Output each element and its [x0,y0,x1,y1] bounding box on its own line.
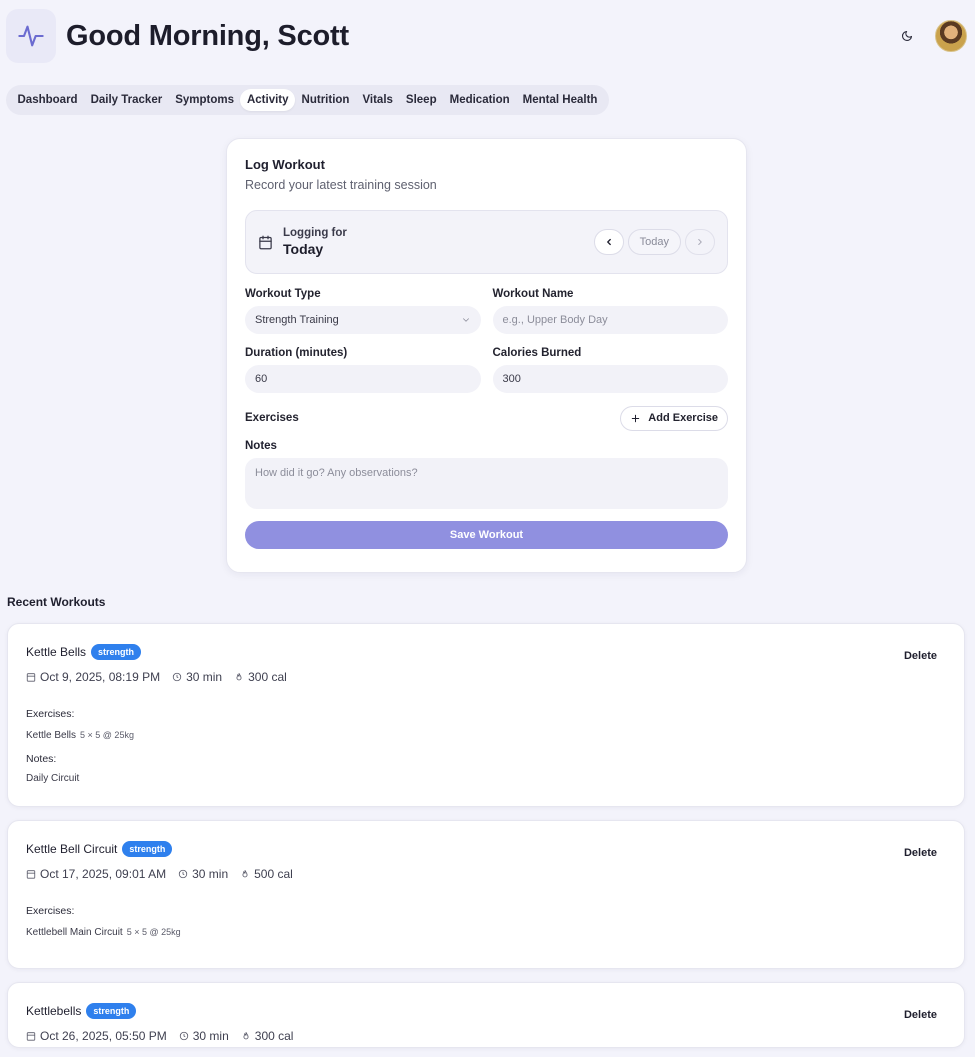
previous-day-button[interactable] [593,229,624,255]
delete-button[interactable]: Delete [904,650,937,662]
notes-heading: Notes: [26,753,57,765]
theme-toggle-button[interactable] [895,24,919,48]
workout-notes: Daily Circuit [26,773,80,784]
notes-label: Notes [245,440,277,452]
avatar[interactable] [935,20,967,52]
greeting-title: Good Morning, Scott [66,19,349,52]
tab-nutrition[interactable]: Nutrition [295,89,356,111]
workout-name: Kettle Bells [26,645,87,659]
save-workout-button[interactable]: Save Workout [245,521,728,549]
workout-calories: 300 cal [248,670,287,684]
flame-icon [242,870,248,878]
workout-type-select[interactable]: Strength Training [245,306,481,334]
card-subtitle: Record your latest training session [245,178,437,192]
app-header: Good Morning, Scott [6,8,967,64]
workout-type-badge: strength [91,644,142,660]
calendar-icon [26,1032,36,1041]
tab-daily-tracker[interactable]: Daily Tracker [84,89,169,111]
tab-medication[interactable]: Medication [443,89,516,111]
workout-duration: 30 min [192,1029,229,1043]
exercises-heading: Exercises: [26,905,75,917]
log-workout-card: Log Workout Record your latest training … [226,138,747,573]
exercise-name: Kettle Bells [26,730,77,741]
workout-card: Kettle Bell Circuit strength Delete Oct … [7,820,965,969]
workout-date: Oct 17, 2025, 09:01 AM [40,867,167,881]
workout-card: Kettlebells strength Delete Oct 26, 2025… [7,982,965,1048]
workout-name: Kettle Bell Circuit [26,842,118,856]
card-title: Log Workout [245,157,325,172]
calories-input[interactable]: 300 [492,365,728,393]
clock-icon [179,1031,188,1041]
chevron-down-icon [462,318,469,322]
tab-dashboard[interactable]: Dashboard [11,89,84,111]
next-day-button[interactable] [685,229,715,255]
workout-type-value: Strength Training [255,314,339,326]
duration-label: Duration (minutes) [245,347,348,359]
calendar-icon [259,235,272,249]
activity-icon [18,25,44,47]
chevron-left-icon [606,238,611,246]
calories-label: Calories Burned [492,347,582,359]
workout-type-badge: strength [86,1003,137,1019]
workout-name-input[interactable]: e.g., Upper Body Day [492,306,728,334]
calendar-icon [26,870,36,879]
tab-vitals[interactable]: Vitals [356,89,399,111]
workout-calories: 300 cal [254,1029,294,1043]
workout-date: Oct 9, 2025, 08:19 PM [40,670,161,684]
clock-icon [172,672,182,682]
flame-icon [243,1032,249,1040]
plus-icon [632,414,640,422]
workout-type-label: Workout Type [245,288,321,300]
workout-date: Oct 26, 2025, 05:50 PM [40,1029,167,1043]
delete-button[interactable]: Delete [904,1009,937,1021]
logging-for-value: Today [283,241,324,257]
tab-activity[interactable]: Activity [240,89,296,111]
workout-type-badge: strength [122,841,173,857]
tab-mental-health[interactable]: Mental Health [516,89,604,111]
delete-button[interactable]: Delete [904,847,937,859]
clock-icon [178,869,188,879]
workout-card: Kettle Bells strength Delete Oct 9, 2025… [7,623,965,807]
tab-symptoms[interactable]: Symptoms [169,89,241,111]
workout-duration: 30 min [192,867,229,881]
tab-sleep[interactable]: Sleep [399,89,443,111]
main-tabs: Dashboard Daily Tracker Symptoms Activit… [6,85,609,115]
exercises-heading: Exercises: [26,708,75,720]
today-button[interactable]: Today [627,229,681,255]
app-logo [6,9,56,63]
notes-textarea[interactable]: How did it go? Any observations? [245,458,728,509]
exercises-label: Exercises [245,412,299,424]
add-exercise-label: Add Exercise [648,412,718,424]
workout-name: Kettlebells [26,1004,82,1018]
workout-calories: 500 cal [254,867,293,881]
exercise-name: Kettlebell Main Circuit [26,927,123,938]
logging-for-panel: Logging for Today Today [245,210,728,274]
recent-workouts-title: Recent Workouts [7,595,106,609]
chevron-right-icon [698,238,702,246]
add-exercise-button[interactable]: Add Exercise [620,405,728,431]
workout-duration: 30 min [186,670,223,684]
calendar-icon [26,673,36,682]
logging-for-label: Logging for [283,227,347,239]
workout-name-label: Workout Name [492,288,574,300]
moon-icon [901,30,913,42]
flame-icon [236,673,242,681]
exercise-detail: 5 × 5 @ 25kg [80,730,134,740]
exercise-detail: 5 × 5 @ 25kg [126,927,181,937]
duration-input[interactable]: 60 [245,365,481,393]
